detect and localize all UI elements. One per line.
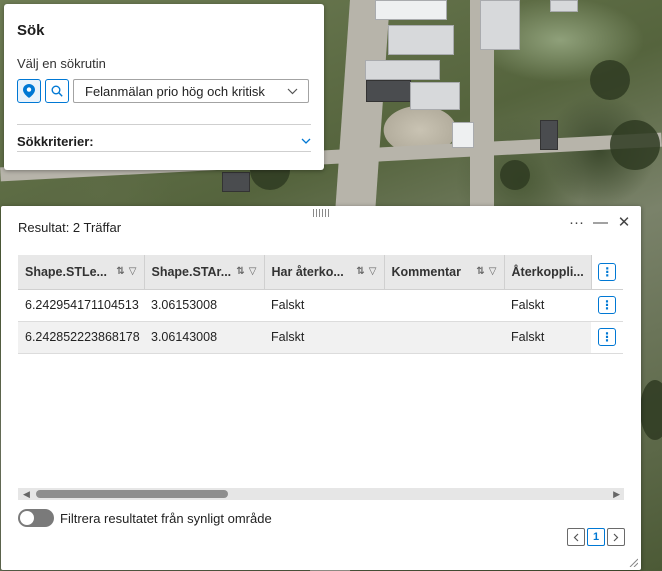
vertical-ellipsis-icon[interactable]: ⋮	[598, 296, 616, 314]
map-building	[480, 0, 520, 50]
table-cell: Falskt	[504, 289, 591, 322]
column-header-label: Återkoppli...	[511, 264, 584, 279]
row-options-cell: ⋮	[591, 289, 623, 322]
chevron-down-icon	[287, 88, 298, 94]
search-button[interactable]	[45, 79, 69, 103]
chevron-right-icon	[613, 533, 619, 541]
table-cell: 3.06143008	[144, 321, 264, 354]
column-header-label: Shape.STAr...	[151, 264, 232, 279]
divider	[17, 124, 311, 125]
column-header[interactable]: Återkoppli...	[504, 255, 592, 290]
map-building	[366, 80, 411, 102]
prev-page-button[interactable]	[567, 528, 585, 546]
search-panel-title: Sök	[17, 22, 45, 39]
table-cell: Falskt	[264, 321, 384, 354]
table-cell: Falskt	[264, 289, 384, 322]
table-cell: 3.06153008	[144, 289, 264, 322]
map-tree	[610, 120, 660, 170]
results-table: Shape.STLe... ⇅ ▽ Shape.STAr... ⇅ ▽ Har åter…	[18, 255, 624, 354]
map-building	[222, 172, 250, 192]
column-header[interactable]: Shape.STLe... ⇅ ▽	[18, 255, 145, 290]
table-row[interactable]: 6.242954171104513 3.06153008 Falskt Fals…	[18, 289, 623, 322]
horizontal-scrollbar[interactable]: ◀ ▶	[18, 488, 624, 500]
row-options-cell: ⋮	[591, 321, 623, 354]
visible-area-filter: Filtrera resultatet från synligt område	[18, 509, 272, 527]
search-icon	[51, 85, 63, 97]
map-building	[365, 60, 440, 80]
results-panel: Resultat: 2 Träffar ··· — ✕ Shape.STLe..…	[1, 206, 641, 570]
table-row[interactable]: 6.242852223868178 3.06143008 Falskt Fals…	[18, 321, 623, 354]
table-header-row: Shape.STLe... ⇅ ▽ Shape.STAr... ⇅ ▽ Har åter…	[18, 255, 623, 290]
results-actions: ··· — ✕	[569, 213, 631, 232]
map-building	[550, 0, 578, 12]
table-cell	[384, 289, 504, 322]
next-page-button[interactable]	[607, 528, 625, 546]
column-header-label: Har återko...	[271, 264, 344, 279]
column-header[interactable]: Har återko... ⇅ ▽	[264, 255, 385, 290]
column-header-label: Kommentar	[391, 264, 461, 279]
drag-handle[interactable]	[310, 209, 332, 217]
map-tree	[640, 380, 662, 440]
map-building	[375, 0, 447, 20]
sort-icon[interactable]: ⇅	[476, 266, 484, 277]
column-header-label: Shape.STLe...	[25, 264, 107, 279]
visible-area-toggle[interactable]	[18, 509, 54, 527]
column-options-cell: ⋮	[591, 255, 623, 290]
location-search-button[interactable]	[17, 79, 41, 103]
filter-icon[interactable]: ▽	[369, 266, 377, 277]
table-cell: Falskt	[504, 321, 591, 354]
filter-icon[interactable]: ▽	[249, 266, 257, 277]
visible-area-label: Filtrera resultatet från synligt område	[60, 510, 272, 526]
vertical-ellipsis-icon[interactable]: ⋮	[598, 328, 616, 346]
map-pin-icon	[23, 84, 35, 98]
resize-handle-icon[interactable]	[628, 557, 638, 567]
table-cell: 6.242954171104513	[18, 289, 144, 322]
scroll-right-icon[interactable]: ▶	[613, 488, 620, 500]
search-routine-selected: Felanmälan prio hög och kritisk	[85, 83, 265, 99]
toggle-knob	[20, 511, 34, 525]
table-cell	[384, 321, 504, 354]
vertical-ellipsis-icon[interactable]: ⋮	[598, 262, 617, 281]
minimize-icon[interactable]: —	[593, 214, 608, 231]
map-building	[452, 122, 474, 148]
column-header[interactable]: Shape.STAr... ⇅ ▽	[144, 255, 265, 290]
sort-icon[interactable]: ⇅	[236, 266, 244, 277]
search-criteria-label: Sökkriterier:	[17, 133, 94, 149]
map-tree	[500, 160, 530, 190]
sort-icon[interactable]: ⇅	[356, 266, 364, 277]
sort-icon[interactable]: ⇅	[116, 266, 124, 277]
results-title: Resultat: 2 Träffar	[18, 220, 122, 235]
close-icon[interactable]: ✕	[617, 213, 631, 231]
chevron-down-icon	[301, 138, 311, 144]
map-building	[388, 25, 454, 55]
column-header[interactable]: Kommentar ⇅ ▽	[384, 255, 505, 290]
more-options-icon[interactable]: ···	[569, 214, 584, 231]
map-building	[540, 120, 558, 150]
scrollbar-thumb[interactable]	[36, 490, 228, 498]
map-tree	[590, 60, 630, 100]
search-routine-select[interactable]: Felanmälan prio hög och kritisk	[73, 79, 309, 103]
filter-icon[interactable]: ▽	[489, 266, 497, 277]
search-panel: Sök Välj en sökrutin Felanmälan prio hög…	[4, 4, 324, 170]
search-criteria-toggle[interactable]: Sökkriterier:	[17, 131, 311, 151]
chevron-left-icon	[573, 533, 579, 541]
search-routine-row: Felanmälan prio hög och kritisk	[17, 79, 309, 103]
filter-icon[interactable]: ▽	[129, 266, 137, 277]
map-building	[410, 82, 460, 110]
page-number-button[interactable]: 1	[587, 528, 605, 546]
pagination: 1	[567, 528, 625, 546]
search-routine-label: Välj en sökrutin	[17, 56, 106, 71]
divider	[17, 151, 311, 152]
scroll-left-icon[interactable]: ◀	[23, 488, 30, 500]
table-cell: 6.242852223868178	[18, 321, 144, 354]
